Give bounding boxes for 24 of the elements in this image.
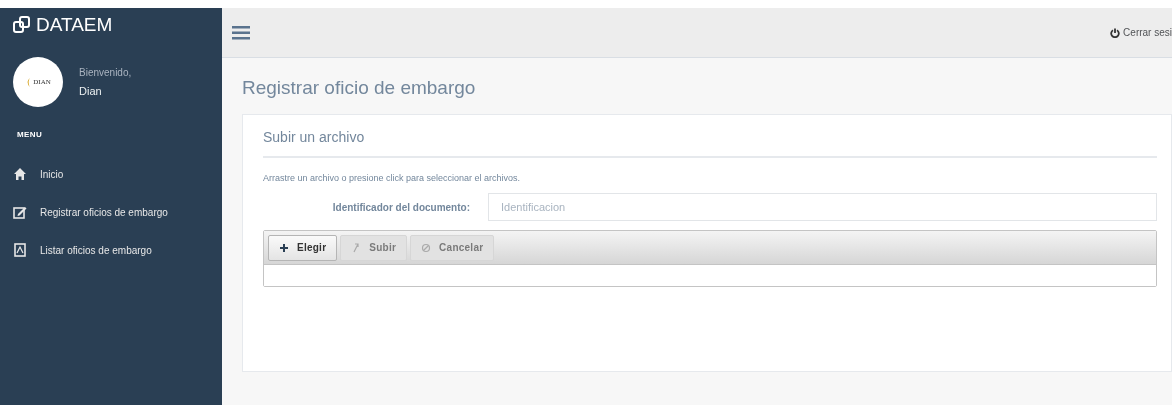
leaf-icon (25, 77, 32, 87)
user-name: Dian (79, 84, 103, 99)
panel-title: Subir un archivo (263, 126, 1157, 158)
brand-name: DATAEM (36, 12, 113, 37)
edit-icon (13, 205, 27, 219)
welcome-text: Bienvenido, (79, 66, 132, 80)
menu-item[interactable]: Inicio (0, 155, 222, 193)
page-title: Registrar oficio de embargo (242, 76, 477, 100)
menu-heading: MENU (16, 129, 43, 141)
menu-icon[interactable] (232, 25, 250, 40)
power-icon (1110, 27, 1121, 38)
home-icon (13, 167, 27, 181)
document-icon (13, 243, 27, 257)
cubes-icon (12, 15, 32, 35)
field-label: Identificador del documento: (331, 200, 471, 215)
logout-link[interactable]: Cerrar sesi (1110, 25, 1172, 40)
upload-toolbar-button[interactable]: Elegir (268, 234, 338, 261)
plus-icon (279, 242, 289, 253)
input-field[interactable]: Identificacion (488, 193, 1157, 221)
cancel-icon (421, 242, 432, 253)
upload-icon (351, 242, 362, 253)
hint-text: Arrastre un archivo o presione click para seleccionar el archivos. (263, 171, 522, 185)
menu-item[interactable]: Registrar oficios de embargo (0, 193, 222, 231)
menu-item[interactable]: Listar oficios de embargo (0, 231, 222, 269)
